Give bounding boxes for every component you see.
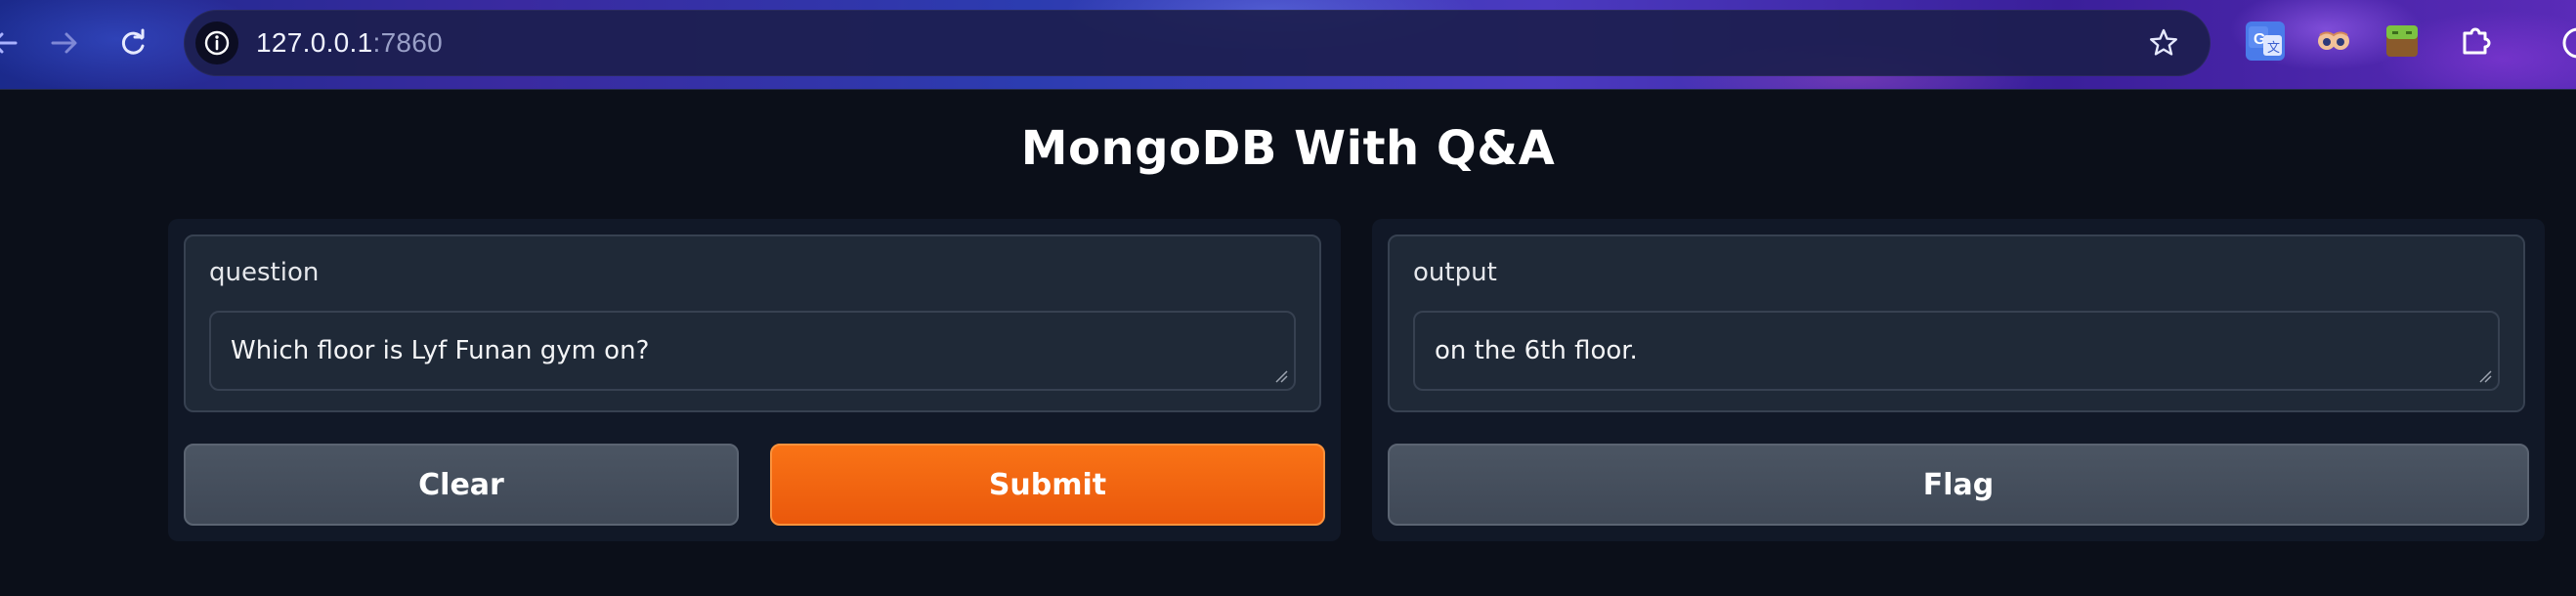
- clear-button[interactable]: Clear: [184, 444, 739, 526]
- question-label: question: [209, 258, 320, 287]
- output-field: output on the 6th floor.: [1388, 234, 2525, 412]
- resize-handle-icon[interactable]: [1274, 369, 1288, 383]
- url-text[interactable]: 127.0.0.1:7860: [256, 10, 443, 76]
- output-panel: output on the 6th floor. Flag: [1372, 219, 2545, 541]
- google-translate-icon[interactable]: G 文: [2246, 21, 2285, 61]
- url-host: 127.0.0.1: [256, 27, 373, 58]
- output-textarea[interactable]: on the 6th floor.: [1413, 311, 2500, 391]
- question-value: Which floor is Lyf Funan gym on?: [231, 336, 650, 365]
- reload-icon[interactable]: [113, 23, 152, 63]
- forward-arrow-icon[interactable]: [45, 23, 84, 63]
- url-port: :7860: [372, 27, 444, 58]
- output-label: output: [1413, 258, 1497, 287]
- question-textarea[interactable]: Which floor is Lyf Funan gym on?: [209, 311, 1296, 391]
- minecraft-block-icon[interactable]: [2383, 21, 2422, 61]
- svg-text:文: 文: [2267, 40, 2280, 55]
- puzzle-extensions-icon[interactable]: [2457, 21, 2496, 61]
- profile-avatar-icon[interactable]: [2558, 23, 2576, 63]
- output-value: on the 6th floor.: [1435, 336, 1638, 365]
- eyes-extension-icon[interactable]: [2314, 21, 2353, 61]
- page-title: MongoDB With Q&A: [1020, 121, 1556, 176]
- input-panel: question Which floor is Lyf Funan gym on…: [168, 219, 1341, 541]
- submit-button[interactable]: Submit: [770, 444, 1325, 526]
- address-bar[interactable]: 127.0.0.1:7860: [184, 10, 2211, 76]
- star-icon[interactable]: [2144, 23, 2183, 63]
- back-arrow-icon[interactable]: [0, 23, 21, 63]
- resize-handle-icon[interactable]: [2478, 369, 2492, 383]
- question-field: question Which floor is Lyf Funan gym on…: [184, 234, 1321, 412]
- info-icon[interactable]: [195, 21, 238, 64]
- browser-toolbar: 127.0.0.1:7860 G 文: [0, 0, 2576, 90]
- flag-button[interactable]: Flag: [1388, 444, 2529, 526]
